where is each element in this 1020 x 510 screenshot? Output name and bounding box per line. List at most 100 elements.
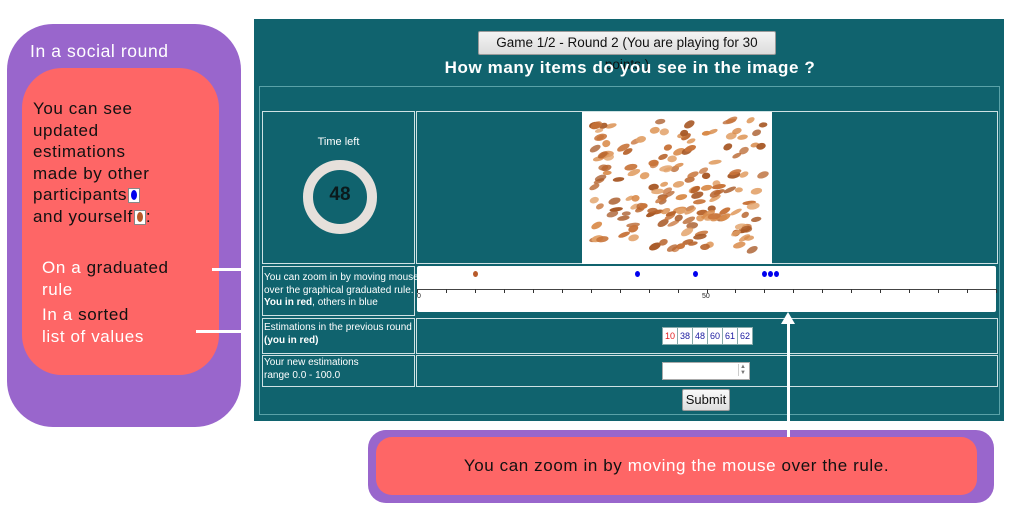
estimate-chip: 60 (707, 327, 724, 345)
timer-value: 48 (329, 184, 351, 205)
rule-point (774, 271, 779, 277)
rule-tick (446, 289, 447, 293)
rule-desc-you: You in red (264, 297, 313, 309)
item-blob (591, 221, 603, 230)
list-highlight: sorted (78, 305, 129, 324)
annotation-line: On a graduated (42, 257, 169, 279)
rule-point (693, 271, 698, 277)
item-blob (750, 216, 762, 222)
rule-desc-others: , others in blue (312, 297, 378, 309)
item-blob (628, 234, 639, 242)
new-label-line: Your new estimations (264, 357, 359, 368)
item-blob (649, 126, 660, 134)
item-blob (660, 181, 669, 187)
updated-estimations-text: You can see updated estimations made by … (33, 98, 203, 227)
annotation-line: rule (42, 279, 73, 299)
rule-point (762, 271, 767, 277)
yourself-word: and yourself (33, 206, 133, 226)
prev-label-line: Estimations in the previous round (264, 322, 412, 333)
item-blob (757, 171, 769, 179)
estimate-chip: 62 (737, 327, 754, 345)
item-blob (758, 122, 768, 128)
item-blob (608, 197, 621, 205)
item-blob (663, 144, 672, 151)
rule-point (473, 271, 478, 277)
item-blob (639, 172, 650, 180)
estimate-chip: 38 (677, 327, 694, 345)
rule-tick (851, 289, 852, 293)
annotation-line: estimations (33, 142, 126, 161)
rule-tick (822, 289, 823, 293)
annotation-line: participants (33, 184, 203, 206)
item-blob (752, 129, 762, 137)
zoom-highlight: moving the mouse (627, 456, 777, 475)
estimate-input[interactable] (662, 362, 750, 380)
rule-point (635, 271, 640, 277)
rule-tick (764, 289, 765, 293)
spinner-arrows-icon[interactable]: ▲ ▼ (738, 364, 747, 376)
annotation-line: In a sorted (42, 304, 144, 326)
item-blob (621, 211, 631, 216)
round-indicator-button[interactable]: Game 1/2 - Round 2 (You are playing for … (478, 31, 776, 72)
item-blob (589, 144, 601, 153)
zoom-annotation-text: You can zoom in by moving the mouse over… (376, 456, 977, 476)
rule-tick (620, 289, 621, 293)
sorted-list-annotation: In a sorted list of values (42, 304, 144, 347)
item-blob (659, 128, 669, 136)
list-prefix: In a (42, 305, 79, 324)
item-blob (631, 194, 640, 202)
annotation-line: list of values (42, 326, 144, 346)
rule-desc-line: You can zoom in by moving mouse (264, 272, 419, 283)
graduated-rule-annotation: On a graduated rule (42, 257, 169, 300)
rule-tick (533, 289, 534, 293)
item-blob (723, 143, 733, 151)
estimate-chip: 61 (722, 327, 739, 345)
rule-desc-line: You in red, others in blue (264, 297, 414, 310)
social-round-title: In a social round (30, 41, 169, 61)
prev-label-line: (you in red) (264, 334, 319, 346)
item-blob (589, 196, 599, 204)
items-image (589, 116, 769, 254)
item-blob (737, 134, 748, 140)
submit-button[interactable]: Submit (682, 389, 730, 411)
brown-dot-icon (133, 209, 146, 225)
blue-dot-icon (128, 188, 141, 204)
rule-prefix: On a (42, 258, 87, 277)
stimulus-image (582, 112, 772, 264)
item-blob (655, 118, 666, 125)
item-blob (734, 187, 743, 193)
item-blob (746, 245, 758, 254)
item-blob (617, 215, 630, 221)
zoom-arrow-line (787, 320, 790, 437)
item-blob (741, 211, 749, 219)
yourself-colon: : (145, 206, 152, 226)
rule-tick (504, 289, 505, 293)
item-blob (700, 184, 713, 191)
participants-word: participants (33, 185, 128, 204)
rule-tick (475, 289, 476, 293)
rule-tick (562, 289, 563, 293)
rule-tick (591, 289, 592, 293)
item-blob (602, 140, 611, 148)
rule-tick (996, 289, 997, 293)
question-heading: How many items do you see in the image ? (444, 58, 816, 77)
estimate-chip: 10 (662, 327, 679, 345)
rule-highlight: graduated (86, 258, 169, 277)
rule-tick (793, 289, 794, 293)
rule-tick (649, 289, 650, 293)
item-blob (733, 241, 746, 249)
item-blob (746, 117, 755, 124)
item-blob (672, 181, 685, 188)
rule-tick-label-0: 0 (417, 293, 421, 300)
item-blob (708, 159, 722, 165)
rule-tick (938, 289, 939, 293)
item-blob (675, 194, 688, 201)
rule-tick (880, 289, 881, 293)
item-blob (612, 177, 625, 182)
zoom-prefix: You can zoom in by (463, 456, 628, 475)
rule-point (768, 271, 773, 277)
item-blob (667, 155, 677, 163)
new-estimation-label: Your new estimations range 0.0 - 100.0 (264, 357, 414, 382)
item-blob (684, 120, 695, 129)
annotation-line: You can see (33, 99, 133, 118)
